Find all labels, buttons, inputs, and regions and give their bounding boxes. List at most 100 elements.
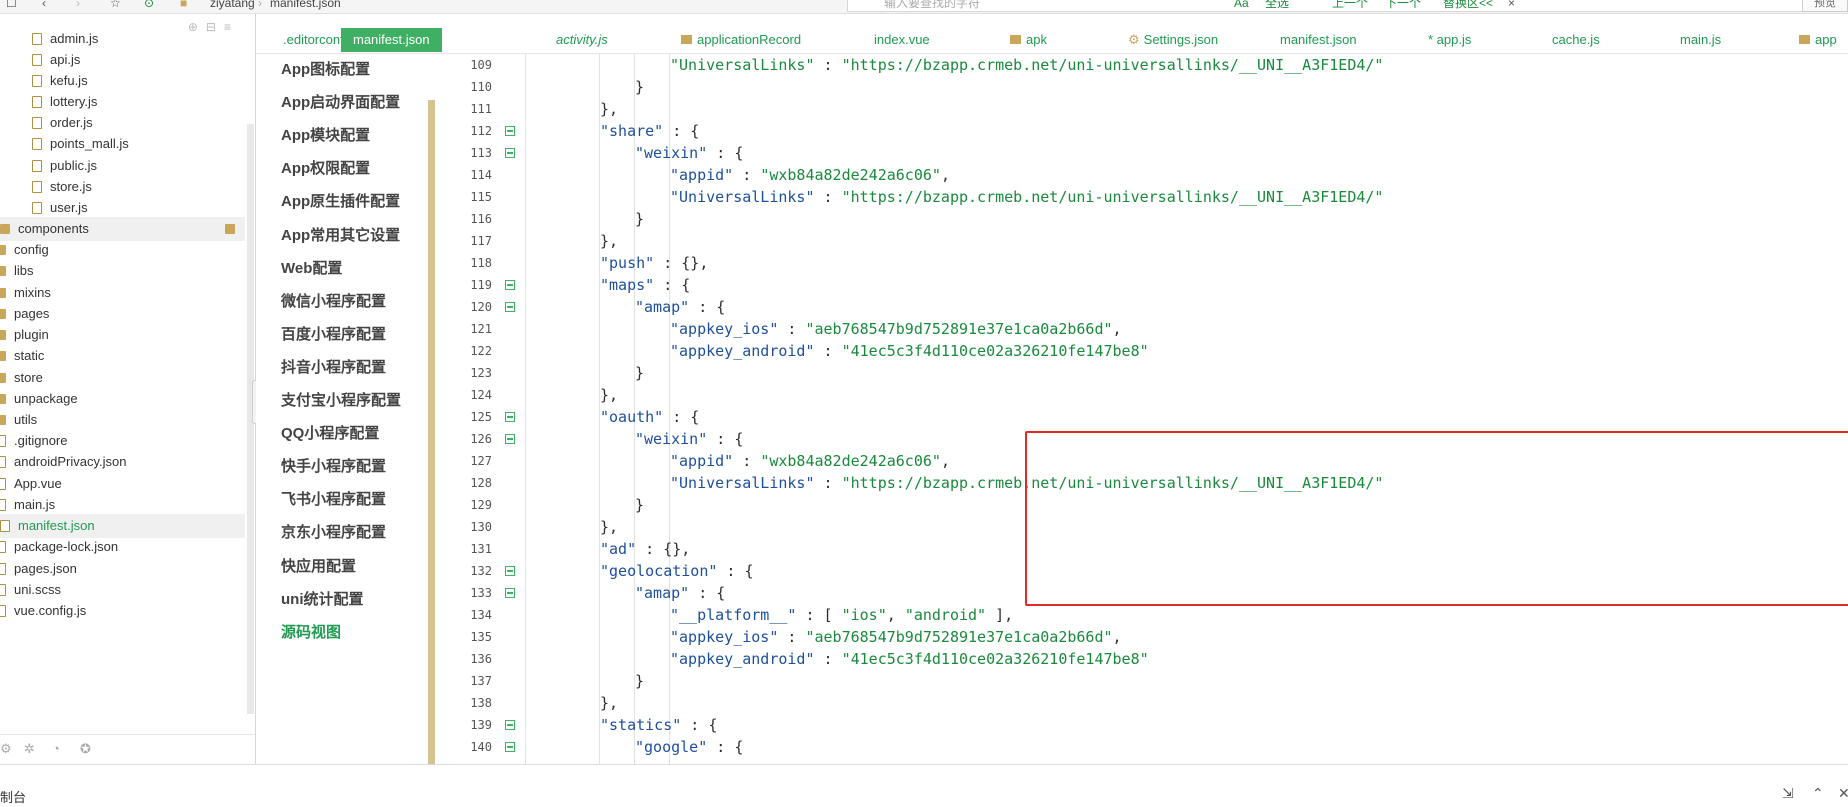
code-line[interactable]: } [635, 362, 644, 384]
config-menu-item[interactable]: QQ小程序配置 [281, 424, 379, 444]
code-line[interactable]: "weixin" : { [635, 428, 743, 450]
fold-toggle-icon[interactable] [505, 742, 515, 752]
config-menu-item[interactable]: 百度小程序配置 [281, 325, 386, 345]
find-next-button[interactable]: 下一个 [1385, 0, 1421, 11]
code-line[interactable]: "maps" : { [600, 274, 690, 296]
tree-item-androidprivacy-json[interactable]: androidPrivacy.json [0, 450, 245, 474]
code-line[interactable]: "UniversalLinks" : "https://bzapp.crmeb.… [670, 54, 1383, 76]
fold-toggle-icon[interactable] [505, 302, 515, 312]
find-prev-button[interactable]: 上一个 [1332, 0, 1368, 11]
code-line[interactable]: "appkey_ios" : "aeb768547b9d752891e37e1c… [670, 318, 1122, 340]
replace-toggle-button[interactable]: 替换区<< [1443, 0, 1493, 11]
bug-icon[interactable]: ⚙ [0, 741, 12, 757]
config-menu-item[interactable]: App原生插件配置 [281, 192, 400, 212]
code-line[interactable]: }, [600, 98, 618, 120]
fold-toggle-icon[interactable] [505, 412, 515, 422]
config-menu-item[interactable]: 快应用配置 [281, 557, 356, 577]
fold-toggle-icon[interactable] [505, 588, 515, 598]
config-menu-item[interactable]: 抖音小程序配置 [281, 358, 386, 378]
code-line[interactable]: "geolocation" : { [600, 560, 754, 582]
tree-item-points-mall-js[interactable]: points_mall.js [32, 132, 245, 156]
plugin-icon[interactable]: ✪ [80, 741, 91, 757]
config-menu-item[interactable]: 京东小程序配置 [281, 523, 386, 543]
code-line[interactable]: "weixin" : { [635, 142, 743, 164]
config-menu-item[interactable]: App图标配置 [281, 60, 370, 80]
code-line[interactable]: }, [600, 384, 618, 406]
code-line[interactable]: "ad" : {}, [600, 538, 690, 560]
code-line[interactable]: }, [600, 692, 618, 714]
fold-toggle-icon[interactable] [505, 566, 515, 576]
tab-apk[interactable]: apk [1010, 28, 1047, 52]
tab-cache-js[interactable]: cache.js [1552, 28, 1600, 52]
forward-icon[interactable]: › [76, 0, 80, 11]
code-line[interactable]: } [635, 494, 644, 516]
code-line[interactable]: "UniversalLinks" : "https://bzapp.crmeb.… [670, 186, 1383, 208]
code-line[interactable]: }, [600, 516, 618, 538]
config-menu-item[interactable]: App常用其它设置 [281, 226, 400, 246]
preview-button[interactable]: 预览 [1802, 0, 1848, 12]
code-line[interactable]: "oauth" : { [600, 406, 699, 428]
code-line[interactable]: "__platform__" : [ "ios", "android" ], [670, 604, 1013, 626]
code-line[interactable]: "appkey_android" : "41ec5c3f4d110ce02a32… [670, 340, 1149, 362]
tree-item-package-lock-json[interactable]: package-lock.json [0, 535, 245, 559]
tab-app[interactable]: app [1799, 28, 1837, 52]
close-icon[interactable]: ✕ [1838, 785, 1848, 802]
config-menu-item[interactable]: 快手小程序配置 [281, 457, 386, 477]
export-icon[interactable]: ⇲ [1782, 785, 1794, 802]
config-menu-scrollbar[interactable] [428, 100, 435, 764]
config-menu-item[interactable]: uni统计配置 [281, 590, 364, 610]
tab-applicationrecord[interactable]: applicationRecord [681, 28, 801, 52]
code-line[interactable]: "appkey_android" : "41ec5c3f4d110ce02a32… [670, 648, 1149, 670]
tab-activity-js[interactable]: activity.js [556, 28, 608, 52]
code-line[interactable]: } [635, 208, 644, 230]
back-icon[interactable]: ‹ [42, 0, 46, 11]
code-line[interactable]: "appkey_ios" : "aeb768547b9d752891e37e1c… [670, 626, 1122, 648]
run-icon[interactable]: ⊙ [144, 0, 154, 11]
tree-item-vue-config-js[interactable]: vue.config.js [0, 599, 245, 623]
match-case-button[interactable]: Aa [1234, 0, 1249, 11]
config-menu-item[interactable]: App权限配置 [281, 159, 370, 179]
config-menu-item[interactable]: App模块配置 [281, 126, 370, 146]
tab-index-vue[interactable]: index.vue [874, 28, 930, 52]
debug-icon[interactable]: ✲ [24, 741, 35, 757]
fold-toggle-icon[interactable] [505, 126, 515, 136]
code-area[interactable]: "UniversalLinks" : "https://bzapp.crmeb.… [526, 54, 1848, 764]
select-all-button[interactable]: 全选 [1265, 0, 1289, 11]
code-line[interactable]: "appid" : "wxb84a82de242a6c06", [670, 164, 950, 186]
tab-manifest-json[interactable]: manifest.json [1280, 28, 1357, 52]
config-menu-item[interactable]: 源码视图 [281, 623, 341, 643]
config-menu-item[interactable]: 支付宝小程序配置 [281, 391, 401, 411]
code-line[interactable]: }, [600, 230, 618, 252]
chevron-up-icon[interactable]: ⌃ [1812, 785, 1824, 802]
sidebar-toggle-icon[interactable]: ☐ [6, 0, 17, 11]
config-menu-item[interactable]: 飞书小程序配置 [281, 490, 386, 510]
code-line[interactable]: } [635, 670, 644, 692]
star-icon[interactable]: ☆ [110, 0, 121, 11]
code-line[interactable]: "share" : { [600, 120, 699, 142]
code-line[interactable]: "statics" : { [600, 714, 717, 736]
tree-item-libs[interactable]: libs [0, 259, 245, 283]
tab-app-js-modified[interactable]: * app.js [1428, 28, 1471, 52]
config-menu-item[interactable]: App启动界面配置 [281, 93, 400, 113]
code-line[interactable]: } [635, 76, 644, 98]
code-line[interactable]: "push" : {}, [600, 252, 708, 274]
tab-settings-json[interactable]: ⚙ Settings.json [1128, 28, 1218, 52]
folder-action-icon[interactable] [225, 224, 235, 234]
breadcrumb-file[interactable]: manifest.json [270, 0, 341, 11]
code-line[interactable]: "appid" : "wxb84a82de242a6c06", [670, 450, 950, 472]
code-editor[interactable]: 109 110 111 112 113 114 115 116 117 118 119 120 121 1… [436, 54, 1848, 764]
tree-item-static[interactable]: static [0, 344, 245, 368]
find-close-button[interactable]: × [1508, 0, 1515, 11]
fold-toggle-icon[interactable] [505, 148, 515, 158]
breadcrumb-project[interactable]: ziyatang [210, 0, 255, 11]
fold-toggle-icon[interactable] [505, 280, 515, 290]
config-menu-item[interactable]: Web配置 [281, 259, 342, 279]
config-menu-item[interactable]: 微信小程序配置 [281, 292, 386, 312]
fold-toggle-icon[interactable] [505, 720, 515, 730]
tab-main-js[interactable]: main.js [1680, 28, 1721, 52]
refresh-icon[interactable]: ◔ [52, 741, 60, 756]
code-line[interactable]: "google" : { [635, 736, 743, 758]
code-line[interactable]: "amap" : { [635, 582, 725, 604]
tab-manifest-json-active[interactable]: manifest.json [341, 28, 442, 52]
code-line[interactable]: "amap" : { [635, 296, 725, 318]
